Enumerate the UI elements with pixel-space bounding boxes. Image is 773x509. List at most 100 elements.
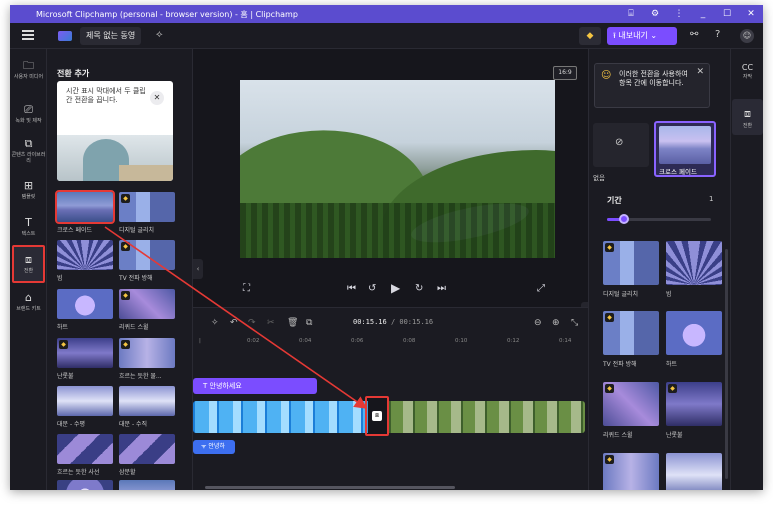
transition-tile-flowing-water[interactable]: ◆ (119, 338, 175, 368)
duration-label: 기간 (607, 196, 622, 205)
close-window-button[interactable]: ✕ (739, 5, 763, 23)
title-bar: Microsoft Clipchamp (personal - browser … (10, 5, 763, 23)
rail-label: 녹화 및 제작 (15, 118, 42, 124)
transition-tile-door-vertical[interactable] (119, 386, 175, 416)
rail-item-your-media[interactable]: 🗀 사용자 미디어 (10, 59, 47, 80)
rewind-5-icon[interactable]: ↺ (368, 283, 376, 294)
project-name[interactable]: 제목 없는 동영 (80, 27, 142, 45)
zoom-out-icon[interactable]: ⊖ (534, 318, 542, 328)
project-icon (58, 31, 72, 41)
transition-tile-door-horizontal[interactable] (57, 386, 113, 416)
help-icon[interactable]: ? (715, 29, 720, 40)
app-window: Microsoft Clipchamp (personal - browser … (10, 5, 763, 490)
extensions-icon[interactable]: ⚙ (643, 5, 667, 23)
video-clip-2[interactable] (389, 401, 585, 433)
right-transition-tile[interactable] (666, 241, 722, 285)
right-transition-tile[interactable]: ◆ (603, 382, 659, 426)
close-icon[interactable]: ✕ (150, 91, 164, 105)
transition-tile-digital-glitch[interactable]: ◆ (119, 192, 175, 222)
transition-option-crossfade[interactable]: 크로스 페이드 (654, 121, 716, 177)
right-transition-tile[interactable] (666, 311, 722, 355)
transition-tile-heart[interactable] (57, 289, 113, 319)
aspect-ratio-button[interactable]: 16:9 (553, 66, 577, 80)
right-rail-transitions[interactable]: ⧈ 전환 (731, 107, 763, 129)
minimize-button[interactable]: _ (691, 5, 715, 23)
rail-item-transitions[interactable]: ⧈ 전환 (10, 253, 47, 274)
transitions-icon: ⧈ (25, 253, 32, 266)
right-transition-tile[interactable] (666, 453, 722, 490)
template-icon: ⊞ (23, 179, 34, 192)
more-icon[interactable]: ⋮ (667, 5, 691, 23)
ruler-tick: 0:10 (455, 338, 468, 344)
tile-label: 리퀴드 스윌 (603, 432, 633, 439)
tile-label: 디지털 글리치 (119, 227, 155, 234)
forward-5-icon[interactable]: ↻ (415, 283, 423, 294)
camera-icon: ⎚ (24, 103, 33, 116)
timeline-scrollbar[interactable] (205, 486, 455, 489)
right-transition-tile[interactable]: ◆ (603, 453, 659, 490)
fullscreen-icon[interactable]: ⤢ (537, 283, 545, 294)
transition-tile-fire[interactable]: ◆ (57, 338, 113, 368)
transition-tile-liquid-swirl[interactable]: ◆ (119, 289, 175, 319)
transition-tile-flowing-diagonal[interactable] (57, 434, 113, 464)
tabs-icon[interactable]: ⌸ (619, 5, 643, 23)
duration-slider-handle[interactable] (618, 214, 629, 224)
transition-tile-more[interactable] (119, 480, 175, 490)
right-transition-tile[interactable]: ◆ (603, 311, 659, 355)
video-clip-track[interactable] (193, 401, 585, 433)
transition-tile-thirds[interactable] (119, 434, 175, 464)
brand-kit-icon: ⌂ (25, 291, 32, 304)
ruler-tick: 0:08 (403, 338, 416, 344)
magic-edit-icon[interactable]: ⛶ (243, 283, 250, 294)
redo-icon[interactable]: ↷ (248, 318, 256, 328)
skip-back-icon[interactable]: ⏮ (347, 283, 356, 294)
crossfade-label: 크로스 페이드 (659, 168, 697, 176)
rail-item-content-library[interactable]: ⧉ 콘텐츠 라이브러리 (10, 137, 47, 164)
right-transition-tile[interactable]: ◆ (666, 382, 722, 426)
current-time: 00:15.16 (353, 318, 387, 326)
rail-item-record[interactable]: ⎚ 녹화 및 제작 (10, 103, 47, 124)
undo-icon[interactable]: ↶ (230, 318, 238, 328)
maximize-button[interactable]: ☐ (715, 5, 739, 23)
audio-clip[interactable]: ᯤ 안녕하 (193, 440, 235, 454)
tile-label: 하트 (57, 324, 69, 331)
close-icon[interactable]: ✕ (696, 67, 704, 77)
fit-timeline-icon[interactable]: ⤡ (571, 318, 578, 328)
ruler-tick: 0:12 (507, 338, 520, 344)
menu-icon[interactable] (22, 30, 34, 40)
rail-item-templates[interactable]: ⊞ 템플릿 (10, 179, 47, 200)
duplicate-icon[interactable]: ⧉ (306, 318, 312, 328)
rail-item-brand-kit[interactable]: ⌂ 브랜드 키트 (10, 291, 47, 312)
transition-option-none[interactable]: ⊘ (593, 123, 649, 167)
tip-card: 시간 표시 막대에서 두 클립 간 전환을 끕니다. ✕ (57, 81, 173, 181)
video-clip-1[interactable] (193, 401, 368, 433)
tile-label: 대문 - 수평 (57, 421, 86, 428)
timeline-ruler[interactable]: | 0:02 0:04 0:06 0:08 0:10 0:12 0:14 (193, 338, 588, 350)
tile-label: 디지털 글리치 (603, 291, 639, 298)
export-button[interactable]: ⭱ 내보내기 ⌄ (607, 27, 677, 45)
split-icon[interactable]: ✂ (267, 318, 275, 328)
text-clip[interactable]: T 안녕하세요 (193, 378, 317, 394)
skip-forward-icon[interactable]: ⏭ (437, 283, 446, 294)
play-icon[interactable]: ▶ (391, 281, 400, 295)
transition-tile-crossfade[interactable] (55, 190, 115, 224)
magic-tools-icon[interactable]: ✧ (211, 318, 219, 328)
transition-tile-beam[interactable] (57, 240, 113, 270)
right-rail-captions[interactable]: CC 자막 (731, 63, 763, 80)
delete-icon[interactable]: 🗑 (287, 318, 298, 328)
duration-value: 1 (709, 195, 714, 203)
right-transition-tile[interactable]: ◆ (603, 241, 659, 285)
share-icon[interactable]: ⚯ (690, 29, 698, 40)
transition-marker[interactable]: ⧈ (365, 396, 389, 436)
avatar[interactable]: ☺ (740, 29, 754, 43)
transition-tile-tv-static[interactable]: ◆ (119, 240, 175, 270)
collapse-left-panel-button[interactable]: ‹ (193, 259, 203, 279)
magic-wand-icon[interactable]: ⟡ (156, 29, 163, 40)
premium-gem-button[interactable]: ◆ (579, 27, 601, 45)
rail-item-text[interactable]: T 텍스트 (10, 216, 47, 237)
transition-tile-more[interactable] (57, 480, 113, 490)
right-panel-scrollbar[interactable] (725, 249, 728, 479)
transitions-library-panel: 전환 추가 시간 표시 막대에서 두 클립 간 전환을 끕니다. ✕ 크로스 페… (47, 49, 193, 490)
tile-label: 난롯불 (57, 373, 74, 380)
zoom-in-icon[interactable]: ⊕ (552, 318, 560, 328)
